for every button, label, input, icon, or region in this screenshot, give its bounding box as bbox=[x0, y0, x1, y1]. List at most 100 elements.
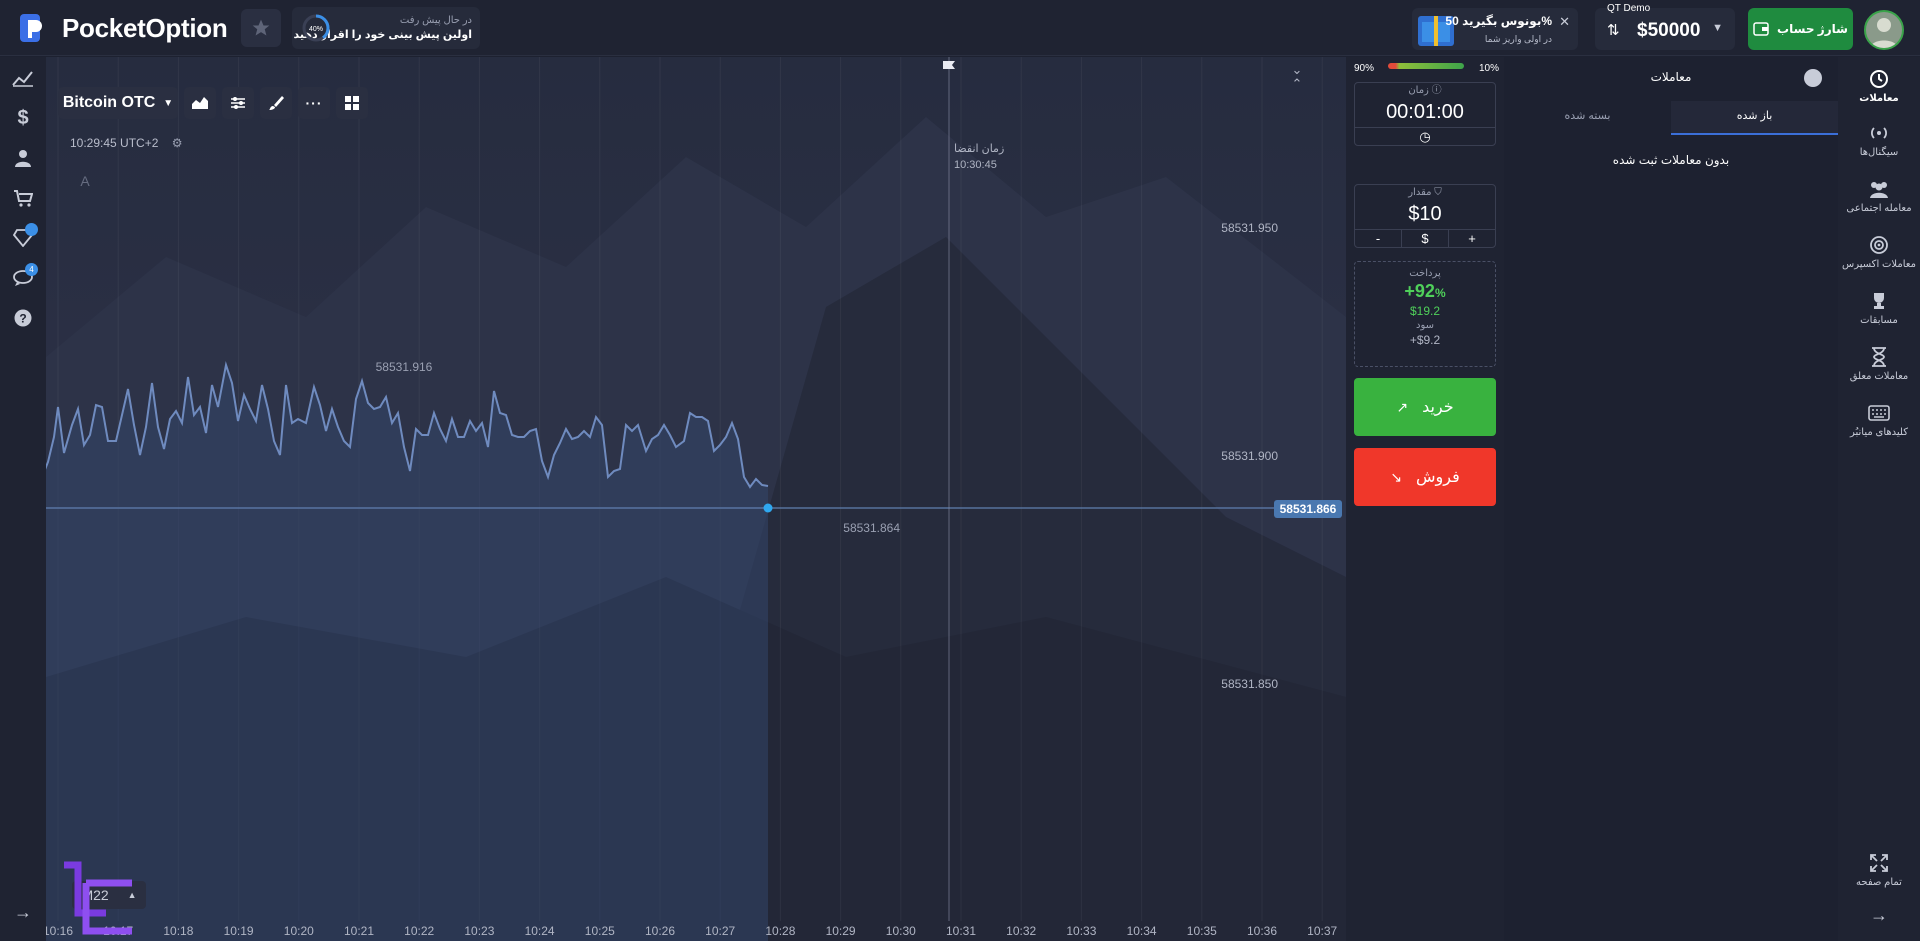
chart-icon[interactable] bbox=[10, 65, 36, 91]
close-icon[interactable]: ✕ bbox=[1559, 14, 1570, 30]
watermark-logo bbox=[64, 861, 132, 935]
cart-icon[interactable] bbox=[10, 185, 36, 211]
help-icon[interactable]: ? bbox=[10, 305, 36, 331]
decrease-button[interactable]: - bbox=[1355, 230, 1402, 247]
topup-button[interactable]: شارژ حساب bbox=[1748, 8, 1853, 50]
x-tick-label: 10:34 bbox=[1127, 924, 1157, 938]
chevron-down-icon: ▼ bbox=[1712, 22, 1723, 34]
time-value[interactable]: 00:01:00 bbox=[1355, 99, 1495, 127]
bonus-banner[interactable]: بونوس بگیرید 50% در اولی واریز شما ✕ bbox=[1412, 8, 1578, 50]
buy-label: خرید bbox=[1422, 399, 1454, 416]
buy-button[interactable]: ↗ خرید bbox=[1354, 378, 1496, 436]
sell-button[interactable]: ↘ فروش bbox=[1354, 448, 1496, 506]
layout-button[interactable] bbox=[336, 87, 368, 119]
empty-state: بدون معاملات ثبت شده bbox=[1612, 153, 1730, 167]
sliders-icon bbox=[231, 97, 245, 109]
progress-promo[interactable]: 40% در حال پیش رفت اولین پیش بینی خود را… bbox=[292, 7, 480, 49]
indicators-button[interactable] bbox=[222, 87, 254, 119]
avatar[interactable] bbox=[1864, 10, 1904, 50]
arrow-up-right-icon: ↗ bbox=[1396, 398, 1409, 415]
x-tick-label: 10:33 bbox=[1066, 924, 1096, 938]
tab-open[interactable]: باز شده bbox=[1671, 101, 1838, 135]
account-balance: $50000 bbox=[1637, 20, 1701, 41]
flag-icon bbox=[943, 61, 955, 69]
logo-icon bbox=[16, 12, 54, 44]
currency-button[interactable]: $ bbox=[1402, 230, 1449, 247]
fullscreen-button[interactable]: تمام صفحه bbox=[1838, 851, 1920, 888]
nav-express[interactable]: معاملات اکسپرس bbox=[1838, 233, 1920, 270]
x-tick-label: 10:37 bbox=[1307, 924, 1337, 938]
chat-icon[interactable]: 4 bbox=[10, 263, 38, 291]
nav-shortcuts[interactable]: کلیدهای میانبُر bbox=[1838, 401, 1920, 438]
price-label: 58531.850 bbox=[1221, 677, 1278, 691]
brush-icon bbox=[269, 96, 284, 110]
dollar-icon[interactable]: $ bbox=[10, 105, 36, 131]
drawing-button[interactable] bbox=[260, 87, 292, 119]
amount-field[interactable]: مقدار ⛉ $10 - $ + bbox=[1354, 184, 1496, 248]
promo-percent: 40% bbox=[309, 26, 323, 33]
signal-icon bbox=[1838, 121, 1920, 145]
x-tick-label: 10:25 bbox=[585, 924, 615, 938]
notification-badge bbox=[25, 223, 38, 236]
x-tick-label: 10:28 bbox=[765, 924, 795, 938]
expand-icon bbox=[1838, 851, 1920, 875]
nav-signals[interactable]: سیگنال‌ها bbox=[1838, 121, 1920, 158]
x-tick-label: 10:20 bbox=[284, 924, 314, 938]
asset-name: Bitcoin OTC bbox=[62, 94, 156, 111]
asset-selector[interactable]: Bitcoin OTC ▼ bbox=[58, 87, 178, 119]
dots-icon: ··· bbox=[305, 95, 323, 111]
trade-panel: 90% 10% زمان ⓘ 00:01:00 ◷ مقدار ⛉ $10 - … bbox=[1346, 57, 1504, 941]
nav-tournaments[interactable]: مسابقات bbox=[1838, 289, 1920, 326]
list-icon[interactable] bbox=[1804, 69, 1822, 87]
payout-caption: پرداخت bbox=[1409, 268, 1441, 279]
chart-clock: 10:29:45 UTC+2 ⚙ bbox=[70, 136, 183, 150]
collapse-panel-button[interactable]: ⌄ ⌃ bbox=[1284, 63, 1310, 95]
grid-icon bbox=[345, 96, 359, 110]
profit-value: +$9.2 bbox=[1409, 333, 1441, 347]
arrow-right-icon[interactable]: → bbox=[10, 899, 36, 925]
x-tick-label: 10:29 bbox=[826, 924, 856, 938]
sentiment-gauge bbox=[1388, 63, 1464, 69]
shield-icon: ⛉ bbox=[1434, 187, 1442, 198]
x-tick-label: 10:23 bbox=[464, 924, 494, 938]
logo[interactable]: PocketOption bbox=[16, 12, 228, 44]
area-chart-icon bbox=[192, 97, 208, 109]
favorite-button[interactable] bbox=[241, 9, 281, 47]
app-root: PocketOption 40% در حال پیش رفت اولین پی… bbox=[0, 0, 1920, 941]
x-tick-label: 10:26 bbox=[645, 924, 675, 938]
user-icon[interactable] bbox=[10, 145, 36, 171]
nav-pending[interactable]: معاملات معلق bbox=[1838, 345, 1920, 382]
price-label: 58531.900 bbox=[1221, 449, 1278, 463]
logo-text: PocketOption bbox=[62, 12, 228, 43]
nav-trades[interactable]: معاملات bbox=[1838, 67, 1920, 104]
increase-button[interactable]: + bbox=[1449, 230, 1495, 247]
sentiment-right: 10% bbox=[1478, 62, 1499, 74]
trades-tabs: بسته شده باز شده bbox=[1504, 101, 1838, 135]
chart-type-button[interactable] bbox=[184, 87, 216, 119]
amount-value[interactable]: $10 bbox=[1355, 201, 1495, 229]
payout-box: پرداخت +92% $19.2 سود +$9.2 bbox=[1354, 261, 1496, 367]
svg-text:?: ? bbox=[19, 312, 26, 326]
price-chart[interactable]: 10:16 10:17 10:18 10:19 10:20 10:21 10:22 10:23… bbox=[46, 57, 1346, 941]
swap-arrows-icon: ⇅ bbox=[1607, 22, 1620, 39]
drawing-label[interactable]: A bbox=[74, 170, 96, 192]
arrow-right-icon[interactable]: → bbox=[1838, 905, 1920, 926]
clock-icon[interactable]: ◷ bbox=[1355, 128, 1495, 145]
x-tick-label: 10:27 bbox=[705, 924, 735, 938]
nav-social[interactable]: معامله اجتماعی bbox=[1838, 177, 1920, 214]
account-type: QT Demo bbox=[1607, 3, 1651, 14]
right-nav: معاملات سیگنال‌ها معامله اجتماعی معاملات… bbox=[1838, 57, 1920, 941]
chat-badge: 4 bbox=[25, 263, 38, 276]
time-field[interactable]: زمان ⓘ 00:01:00 ◷ bbox=[1354, 82, 1496, 146]
nav-label: کلیدهای میانبُر bbox=[1849, 427, 1908, 438]
gear-icon[interactable]: ⚙ bbox=[172, 136, 183, 150]
current-price-label: 58531.866 bbox=[1280, 502, 1337, 516]
diamond-icon[interactable] bbox=[10, 223, 38, 251]
expiry-marker: زمان انقضا 10:30:45 bbox=[954, 141, 1004, 173]
progress-ring-icon: 40% bbox=[302, 14, 330, 42]
bonus-subtitle: در اولی واریز شما bbox=[1484, 34, 1552, 44]
account-selector[interactable]: QT Demo ⇅ $50000 ▼ bbox=[1595, 3, 1735, 50]
tab-closed[interactable]: بسته شده bbox=[1504, 101, 1671, 135]
nav-label: معاملات اکسپرس bbox=[1842, 259, 1916, 270]
more-button[interactable]: ··· bbox=[298, 87, 330, 119]
